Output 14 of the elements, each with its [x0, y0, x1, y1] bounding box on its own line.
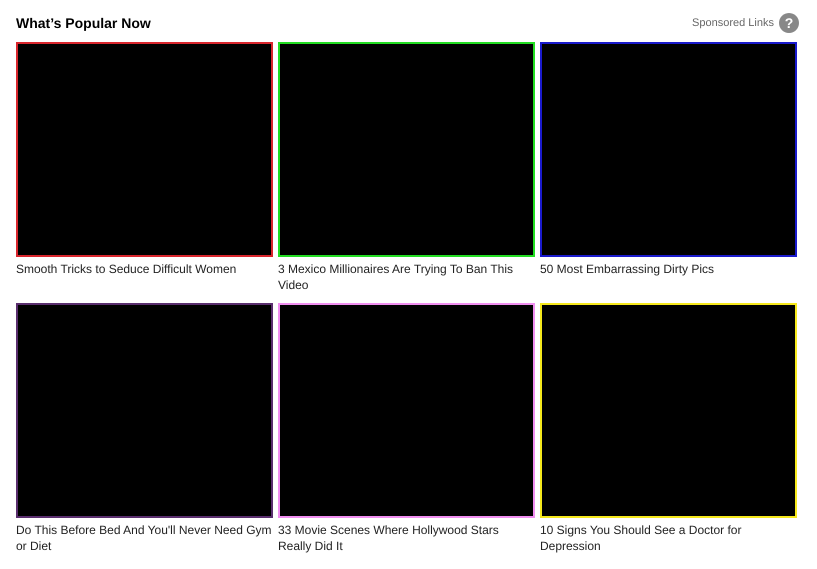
article-link[interactable]: Do This Before Bed And You'll Never Need Gym or Diet: [16, 522, 273, 554]
help-icon[interactable]: ?: [779, 13, 799, 33]
article-link[interactable]: 3 Mexico Millionaires Are Trying To Ban This Video: [278, 261, 535, 293]
thumbnail[interactable]: [278, 303, 535, 518]
thumbnail[interactable]: [540, 42, 797, 257]
article-link[interactable]: 10 Signs You Should See a Doctor for Depression: [540, 522, 797, 554]
section-title: What’s Popular Now: [16, 14, 151, 33]
thumbnail[interactable]: [278, 42, 535, 257]
thumbnail[interactable]: [16, 303, 273, 518]
sponsored-links[interactable]: Sponsored Links: [692, 14, 774, 32]
thumbnail[interactable]: [16, 42, 273, 257]
article-link[interactable]: 33 Movie Scenes Where Hollywood Stars Really Did It: [278, 522, 535, 554]
article-link[interactable]: Smooth Tricks to Seduce Difficult Women: [16, 261, 273, 293]
article-link[interactable]: 50 Most Embarrassing Dirty Pics: [540, 261, 797, 293]
